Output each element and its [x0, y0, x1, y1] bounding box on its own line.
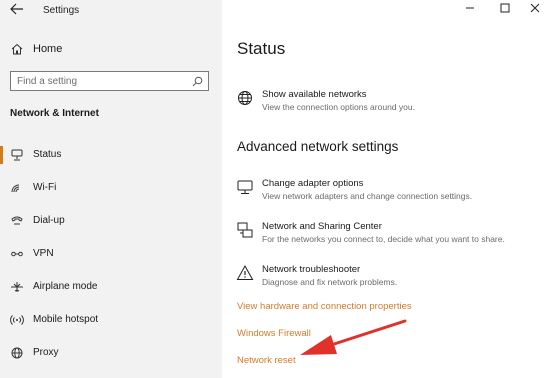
- sidebar-item-dialup[interactable]: Dial-up: [0, 211, 222, 231]
- setting-title: Show available networks: [262, 89, 367, 100]
- home-label: Home: [33, 43, 63, 55]
- page-title: Status: [237, 39, 286, 58]
- setting-description: For the networks you connect to, decide …: [262, 234, 505, 244]
- search-input[interactable]: [17, 74, 187, 88]
- setting-title: Network troubleshooter: [262, 264, 361, 275]
- sidebar-item-label: VPN: [33, 248, 54, 259]
- advanced-settings-heading: Advanced network settings: [237, 139, 399, 154]
- airplane-icon: [11, 282, 23, 292]
- change-adapter-options[interactable]: Change adapter options View network adap…: [236, 178, 536, 204]
- network-reset-link[interactable]: Network reset: [237, 355, 296, 366]
- windows-firewall-link[interactable]: Windows Firewall: [237, 328, 311, 339]
- sharing-center-icon: [237, 222, 253, 238]
- vpn-icon: [11, 251, 23, 257]
- sidebar-item-mobile-hotspot[interactable]: Mobile hotspot: [0, 310, 222, 330]
- sidebar-item-label: Airplane mode: [33, 281, 98, 292]
- home-icon: [11, 43, 23, 55]
- network-troubleshooter[interactable]: Network troubleshooter Diagnose and fix …: [236, 264, 536, 290]
- sidebar: Settings Home Network & Internet Status …: [0, 0, 222, 378]
- sidebar-item-airplane-mode[interactable]: Airplane mode: [0, 277, 222, 297]
- network-sharing-center[interactable]: Network and Sharing Center For the netwo…: [236, 221, 536, 247]
- sidebar-item-wifi[interactable]: Wi-Fi: [0, 178, 222, 198]
- setting-description: Diagnose and fix network problems.: [262, 277, 398, 287]
- sidebar-item-label: Mobile hotspot: [33, 314, 99, 325]
- sidebar-item-status[interactable]: Status: [0, 145, 222, 165]
- globe-network-icon: [238, 91, 252, 105]
- sidebar-item-label: Dial-up: [33, 215, 65, 226]
- search-icon[interactable]: [192, 76, 203, 87]
- sidebar-item-label: Status: [33, 149, 62, 160]
- setting-description: View the connection options around you.: [262, 102, 415, 112]
- warning-icon: [236, 264, 254, 280]
- wifi-icon: [11, 184, 20, 193]
- setting-title: Network and Sharing Center: [262, 221, 382, 232]
- view-hardware-properties-link[interactable]: View hardware and connection properties: [237, 301, 412, 312]
- section-title: Network & Internet: [10, 108, 99, 119]
- hotspot-icon: [10, 315, 24, 325]
- main-content: Status Show available networks View the …: [222, 0, 546, 378]
- setting-description: View network adapters and change connect…: [262, 191, 473, 201]
- sidebar-item-vpn[interactable]: VPN: [0, 244, 222, 264]
- adapter-icon: [237, 180, 253, 194]
- search-box[interactable]: [10, 71, 209, 91]
- status-icon: [11, 149, 23, 161]
- sidebar-item-proxy[interactable]: Proxy: [0, 343, 222, 363]
- dialup-icon: [11, 216, 23, 225]
- home-nav-item[interactable]: Home: [8, 42, 214, 58]
- globe-icon: [11, 347, 23, 359]
- sidebar-item-label: Wi-Fi: [33, 182, 57, 193]
- sidebar-item-label: Proxy: [33, 347, 59, 358]
- show-available-networks[interactable]: Show available networks View the connect…: [236, 89, 536, 115]
- setting-title: Change adapter options: [262, 178, 364, 189]
